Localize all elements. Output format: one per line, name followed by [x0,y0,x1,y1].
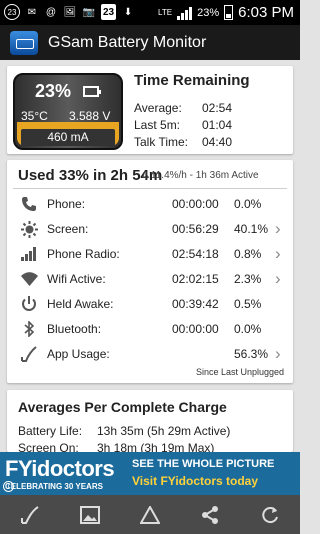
usage-percent: 0.8% [234,247,262,261]
usage-row-screen[interactable]: Screen: 00:56:29 40.1% › [7,217,293,242]
usage-time: 00:00:00 [172,322,219,336]
divider [13,188,287,189]
battery-summary-card[interactable]: 23% 35°C 3.588 V 460 mA Time Remaining A… [7,66,293,154]
battery-status-icon [224,5,234,20]
app-title: GSam Battery Monitor [48,33,207,51]
time-remaining-value: 02:54 [202,101,233,115]
chevron-right-icon[interactable]: › [275,344,281,364]
camera-icon: 📷 [82,6,96,18]
usage-percent: 40.1% [234,222,269,236]
time-remaining-value: 01:04 [202,118,233,132]
ad-logo: FYidoctors CELEBRATING 30 YEARS [5,456,125,491]
graph-icon [21,505,39,524]
image-button[interactable] [70,500,110,530]
triangle-button[interactable] [130,500,170,530]
image-icon [80,505,100,524]
ad-logo-text: FYidoctors [5,456,115,481]
usage-time: 00:39:42 [172,297,219,311]
usage-label: Screen: [47,222,89,236]
usage-label: Wifi Active: [47,272,106,286]
usage-title: Used 33% in 2h 54m [18,167,163,184]
clock: 6:03 PM [238,4,294,21]
usage-label: App Usage: [47,347,110,361]
battery-graphic: 23% 35°C 3.588 V 460 mA [13,73,123,150]
battery-temperature: 35°C [21,109,48,123]
ad-banner[interactable]: FYidoctors CELEBRATING 30 YEARS i SEE TH… [0,452,300,495]
refresh-icon [262,506,278,523]
share-button[interactable] [190,500,230,530]
averages-value: 3h 18m (3h 19m Max) [97,441,215,452]
notification-count-icon: 23 [4,4,20,20]
averages-label: Battery Life: [18,424,83,438]
time-remaining-label: Average: [134,101,182,115]
time-remaining-label: Last 5m: [134,118,181,132]
usage-row-held-awake[interactable]: Held Awake: 00:39:42 0.5% [7,292,293,317]
usage-time: 00:00:00 [172,197,219,211]
averages-value: 13h 35m (5h 29m Active) [97,424,231,438]
ad-logo-sub: CELEBRATING 30 YEARS [5,482,103,491]
usage-percent: 2.3% [234,272,262,286]
email-icon: ✉ [27,6,37,18]
triangle-icon [140,505,160,524]
time-remaining-value: 04:40 [202,135,233,149]
usage-row-phone[interactable]: Phone: 00:00:00 0.0% [7,192,293,217]
usage-row-app-usage[interactable]: App Usage: 56.3% › [7,342,293,367]
bluetooth-icon [20,320,38,338]
power-icon [20,295,38,313]
battery-voltage: 3.588 V [69,109,111,123]
usage-row-wifi[interactable]: Wifi Active: 02:02:15 2.3% › [7,267,293,292]
notification-icons: 23 ✉ @ 🖼 📷 23 ⬇ [4,4,135,20]
averages-title: Averages Per Complete Charge [18,399,227,415]
ad-info-icon[interactable]: i [3,481,14,492]
status-bar: 23 ✉ @ 🖼 📷 23 ⬇ LTE 23% 6:03 PM [0,0,300,25]
ad-headline: SEE THE WHOLE PICTURE [132,458,275,470]
chevron-right-icon[interactable]: › [275,269,281,289]
usage-time: 02:54:18 [172,247,219,261]
gallery-icon: 🖼 [63,6,77,18]
signal-bars-icon [20,245,38,263]
averages-label: Screen On: [18,441,79,452]
usage-label: Phone Radio: [47,247,120,261]
usage-label: Bluetooth: [47,322,102,336]
calendar-icon: 23 [101,4,117,20]
usage-time: 02:02:15 [172,272,219,286]
usage-percent: 0.0% [234,322,262,336]
usage-label: Held Awake: [47,297,114,311]
screen-brightness-icon [20,220,38,238]
system-status: LTE 23% 6:03 PM [158,4,294,21]
battery-icon [83,86,101,97]
chevron-right-icon[interactable]: › [275,244,281,264]
bottom-toolbar [0,495,300,534]
battery-current: 460 mA [21,129,115,146]
usage-percent: 0.0% [234,197,262,211]
download-icon: ⬇ [123,6,133,18]
battery-percent: 23% [35,81,72,101]
signal-strength-icon [177,6,193,20]
wifi-icon [20,270,38,288]
time-remaining-label: Talk Time: [134,135,189,149]
app-bar: GSam Battery Monitor [0,25,300,60]
usage-percent: 56.3% [234,347,269,361]
usage-card: Used 33% in 2h 54m Δ 11.4%/h - 1h 36m Ac… [7,160,293,383]
network-type: LTE [158,8,173,17]
averages-card: Averages Per Complete Charge Battery Lif… [7,390,293,452]
since-last-unplugged: Since Last Unplugged [195,367,284,377]
app-usage-icon [20,345,38,363]
graph-button[interactable] [10,500,50,530]
usage-percent: 0.5% [234,297,262,311]
usage-label: Phone: [47,197,86,211]
app-logo-icon[interactable] [10,30,38,55]
usage-time: 00:56:29 [172,222,219,236]
refresh-button[interactable] [250,500,290,530]
usage-row-phone-radio[interactable]: Phone Radio: 02:54:18 0.8% › [7,242,293,267]
battery-percent-status: 23% [197,6,220,19]
phone-icon [20,195,38,213]
ad-cta[interactable]: Visit FYidoctors today [132,474,258,488]
time-remaining-title: Time Remaining [134,72,250,89]
share-icon [202,505,218,524]
chevron-right-icon[interactable]: › [275,219,281,239]
at-icon: @ [45,6,57,18]
usage-rate: Δ 11.4%/h - 1h 36m Active [142,170,259,181]
usage-row-bluetooth[interactable]: Bluetooth: 00:00:00 0.0% [7,317,293,342]
